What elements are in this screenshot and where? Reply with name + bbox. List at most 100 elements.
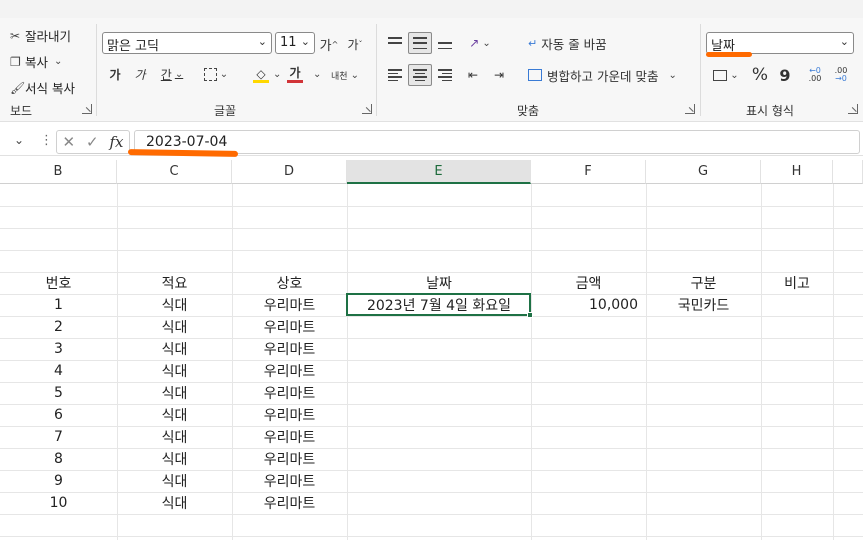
column-header-b[interactable]: B <box>0 160 117 184</box>
merge-center-label: 병합하고 가운데 맞춤 <box>547 68 659 84</box>
column-header-d[interactable]: D <box>232 160 347 184</box>
comma-label: 9 <box>779 65 791 85</box>
table-cell[interactable]: 5 <box>0 382 117 404</box>
align-left-button[interactable] <box>384 64 406 86</box>
table-cell[interactable]: 10 <box>0 492 117 514</box>
table-cell[interactable]: 식대 <box>117 448 232 470</box>
number-format-combo[interactable]: 날짜 ⌄ <box>706 32 854 54</box>
align-top-button[interactable] <box>384 32 406 54</box>
table-cell[interactable]: 식대 <box>117 426 232 448</box>
copy-button[interactable]: ❐ 복사 ⌄ <box>10 52 62 71</box>
table-cell[interactable]: 식대 <box>117 360 232 382</box>
wrap-text-button[interactable]: ↵ 자동 줄 바꿈 <box>528 32 624 54</box>
more-options-icon[interactable]: ⋮ <box>40 133 53 148</box>
table-cell[interactable]: 7 <box>0 426 117 448</box>
table-header-cell[interactable]: 비고 <box>761 272 833 294</box>
table-cell[interactable]: 2 <box>0 316 117 338</box>
clipboard-launcher-icon[interactable] <box>82 104 92 114</box>
table-header-cell[interactable]: 금액 <box>531 272 646 294</box>
column-header-e[interactable]: E <box>347 160 531 184</box>
font-size-combo[interactable]: 11 ⌄ <box>275 32 315 54</box>
table-cell[interactable]: 2023년 7월 4일 화요일 <box>347 294 531 316</box>
italic-button[interactable]: 가 <box>131 64 149 84</box>
table-header-cell[interactable]: 상호 <box>232 272 347 294</box>
table-cell[interactable]: 우리마트 <box>232 316 347 338</box>
table-cell[interactable]: 국민카드 <box>646 294 761 316</box>
table-cell[interactable]: 식대 <box>117 404 232 426</box>
increase-decimal-button[interactable]: ←0 .00 <box>804 64 826 86</box>
table-cell[interactable]: 우리마트 <box>232 382 347 404</box>
column-header-c[interactable]: C <box>117 160 232 184</box>
align-middle-button[interactable] <box>408 32 432 54</box>
underline-button[interactable]: 간 ⌄ <box>156 64 188 84</box>
number-launcher-icon[interactable] <box>848 104 858 114</box>
increase-indent-icon: ⇥ <box>493 68 505 82</box>
grow-font-button[interactable]: 가 ^ <box>318 34 340 54</box>
borders-icon <box>203 67 217 81</box>
table-cell[interactable]: 우리마트 <box>232 404 347 426</box>
cancel-icon[interactable]: ✕ <box>62 133 75 151</box>
chevron-down-icon[interactable]: ⌄ <box>313 69 321 80</box>
accounting-format-button[interactable]: ⌄ <box>708 64 744 86</box>
chevron-down-icon[interactable]: ⌄ <box>273 69 281 80</box>
comma-style-button[interactable]: 9 <box>776 64 794 86</box>
table-cell[interactable]: 4 <box>0 360 117 382</box>
decrease-decimal-button[interactable]: .00 →0 <box>830 64 852 86</box>
table-cell[interactable]: 3 <box>0 338 117 360</box>
table-cell[interactable]: 우리마트 <box>232 448 347 470</box>
table-cell[interactable]: 식대 <box>117 492 232 514</box>
insert-function-button[interactable]: fx <box>110 133 124 151</box>
align-bottom-button[interactable] <box>434 32 456 54</box>
decrease-indent-button[interactable]: ⇤ <box>462 64 484 86</box>
bold-button[interactable]: 가 <box>106 64 124 84</box>
table-header-cell[interactable]: 구분 <box>646 272 761 294</box>
column-header-h[interactable]: H <box>761 160 833 184</box>
name-box-dropdown-icon[interactable]: ⌄ <box>14 133 24 147</box>
table-cell[interactable]: 식대 <box>117 382 232 404</box>
table-cell[interactable]: 식대 <box>117 316 232 338</box>
table-cell[interactable]: 우리마트 <box>232 338 347 360</box>
phonetic-button[interactable]: 내천 ⌄ <box>326 64 364 86</box>
chevron-down-icon: ⌄ <box>350 69 359 81</box>
table-header-cell[interactable]: 적요 <box>117 272 232 294</box>
table-cell[interactable]: 식대 <box>117 294 232 316</box>
worksheet-grid[interactable]: 번호 적요 상호 날짜 금액 구분 비고 1 식대 우리마트 2023년 7월 4일 화요일 10,0… <box>0 184 863 540</box>
table-cell[interactable]: 9 <box>0 470 117 492</box>
table-cell[interactable]: 우리마트 <box>232 492 347 514</box>
column-header-f[interactable]: F <box>531 160 646 184</box>
align-right-button[interactable] <box>434 64 456 86</box>
table-cell[interactable]: 우리마트 <box>232 426 347 448</box>
column-header-i[interactable] <box>833 160 863 184</box>
format-painter-button[interactable]: 🖌 서식 복사 <box>10 78 75 97</box>
merge-center-button[interactable]: 병합하고 가운데 맞춤 ⌄ <box>528 64 688 86</box>
font-color-button[interactable]: 가 <box>284 64 306 86</box>
formula-input[interactable]: 2023-07-04 <box>134 130 860 154</box>
table-cell[interactable]: 6 <box>0 404 117 426</box>
orientation-button[interactable]: ↗ ⌄ <box>462 32 498 54</box>
table-cell[interactable]: 1 <box>0 294 117 316</box>
table-cell[interactable]: 8 <box>0 448 117 470</box>
table-cell[interactable]: 우리마트 <box>232 294 347 316</box>
grid-column-line <box>833 184 834 540</box>
font-name-combo[interactable]: 맑은 고딕 ⌄ <box>102 32 272 54</box>
table-header-cell[interactable]: 날짜 <box>347 272 531 294</box>
chevron-down-icon: ⌄ <box>54 56 63 67</box>
alignment-launcher-icon[interactable] <box>685 104 695 114</box>
font-launcher-icon[interactable] <box>362 104 372 114</box>
percent-style-button[interactable]: % <box>750 64 770 86</box>
increase-indent-button[interactable]: ⇥ <box>488 64 510 86</box>
copy-label: 복사 <box>25 55 49 70</box>
align-center-button[interactable] <box>408 64 432 86</box>
table-cell[interactable]: 식대 <box>117 338 232 360</box>
shrink-font-button[interactable]: 가ˇ <box>344 34 366 54</box>
table-cell[interactable]: 식대 <box>117 470 232 492</box>
table-cell[interactable]: 우리마트 <box>232 360 347 382</box>
borders-button[interactable]: ⌄ <box>198 64 234 84</box>
enter-icon[interactable]: ✓ <box>86 133 99 151</box>
grid-column-line <box>761 184 762 540</box>
table-header-cell[interactable]: 번호 <box>0 272 117 294</box>
table-cell[interactable]: 우리마트 <box>232 470 347 492</box>
column-header-g[interactable]: G <box>646 160 761 184</box>
cut-button[interactable]: ✂ 잘라내기 <box>10 26 71 45</box>
table-cell[interactable]: 10,000 <box>531 294 646 316</box>
